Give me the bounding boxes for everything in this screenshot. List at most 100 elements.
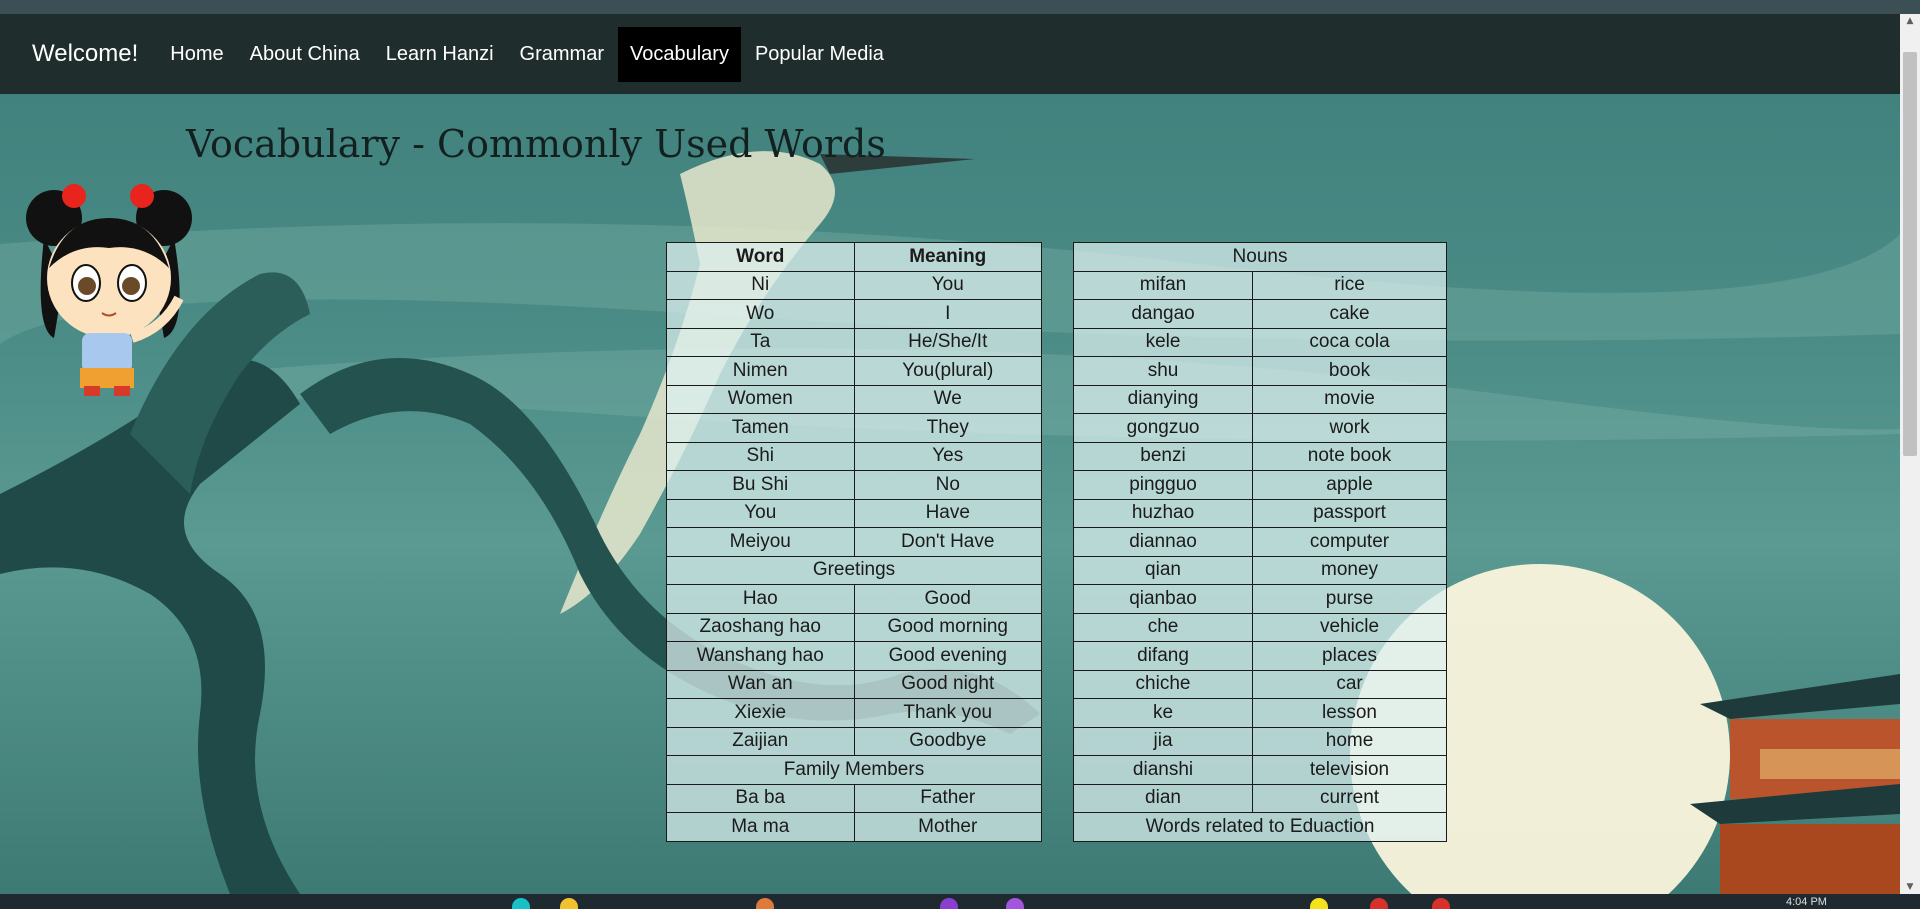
table-row: Xiexie Thank you	[666, 698, 1042, 728]
meaning-cell: work	[1252, 413, 1447, 443]
page-scrollbar[interactable]: ▲ ▼	[1900, 14, 1920, 894]
meaning-cell: book	[1252, 356, 1447, 386]
table-row: Hao Good	[666, 584, 1042, 614]
header-word: Word	[666, 242, 855, 272]
meaning-cell: vehicle	[1252, 612, 1447, 642]
section-row-greetings: Greetings	[666, 555, 1042, 585]
word-cell: Tamen	[666, 413, 855, 443]
word-cell: diannao	[1072, 527, 1254, 557]
taskbar-app-icon[interactable]	[940, 898, 958, 909]
word-cell: qian	[1072, 555, 1254, 585]
browser-top-strip	[0, 0, 1920, 14]
table-row: Meiyou Don't Have	[666, 527, 1042, 557]
meaning-cell: Have	[853, 498, 1042, 528]
meaning-cell: They	[853, 413, 1042, 443]
word-cell: kele	[1072, 327, 1254, 357]
meaning-cell: television	[1252, 755, 1447, 785]
table-row: You Have	[666, 498, 1042, 528]
meaning-cell: Mother	[853, 812, 1042, 842]
cartoon-girl-image	[26, 184, 192, 396]
section-label: Family Members	[666, 755, 1042, 785]
table-row: Wanshang hao Good evening	[666, 641, 1042, 671]
section-label: Greetings	[666, 555, 1042, 585]
word-cell: Women	[666, 384, 855, 414]
meaning-cell: purse	[1252, 584, 1447, 614]
table-row: pingguo apple	[1072, 470, 1447, 500]
nav-grammar[interactable]: Grammar	[508, 27, 616, 82]
taskbar-app-icon[interactable]	[1432, 898, 1450, 909]
taskbar-folder-icon[interactable]	[560, 898, 578, 909]
nav-popular-media[interactable]: Popular Media	[743, 27, 896, 82]
header-meaning: Meaning	[853, 242, 1042, 272]
table-header-row: Word Meaning	[666, 242, 1042, 272]
taskbar-app-icon[interactable]	[756, 898, 774, 909]
taskbar-app-icon[interactable]	[1006, 898, 1024, 909]
section-row-education: Words related to Eduaction	[1073, 812, 1447, 842]
meaning-cell: You	[853, 270, 1042, 300]
table-row: dianshi television	[1072, 755, 1447, 785]
meaning-cell: Good	[853, 584, 1042, 614]
taskbar-app-icon[interactable]	[1310, 898, 1328, 909]
word-cell: pingguo	[1072, 470, 1254, 500]
meaning-cell: Don't Have	[853, 527, 1042, 557]
meaning-cell: coca cola	[1252, 327, 1447, 357]
scrollbar-thumb[interactable]	[1903, 52, 1917, 456]
table-row: mifan rice	[1072, 270, 1447, 300]
word-cell: gongzuo	[1072, 413, 1254, 443]
meaning-cell: cake	[1252, 299, 1447, 329]
scroll-down-arrow-icon[interactable]: ▼	[1904, 882, 1916, 892]
table-row: Zaijian Goodbye	[666, 726, 1042, 756]
nav-learn-hanzi[interactable]: Learn Hanzi	[374, 27, 506, 82]
nav-home[interactable]: Home	[158, 27, 235, 82]
word-cell: jia	[1072, 726, 1254, 756]
table-row: che vehicle	[1072, 612, 1447, 642]
table-row: gongzuo work	[1072, 413, 1447, 443]
word-cell: Wanshang hao	[666, 641, 855, 671]
table-row: kele coca cola	[1072, 327, 1447, 357]
meaning-cell: car	[1252, 669, 1447, 699]
meaning-cell: lesson	[1252, 698, 1447, 728]
brand-link[interactable]: Welcome!	[32, 40, 138, 68]
word-cell: dianying	[1072, 384, 1254, 414]
table-row: Ni You	[666, 270, 1042, 300]
word-cell: Ni	[666, 270, 855, 300]
meaning-cell: Good morning	[853, 612, 1042, 642]
taskbar-app-icon[interactable]	[512, 898, 530, 909]
table-row: Ba ba Father	[666, 783, 1042, 813]
meaning-cell: computer	[1252, 527, 1447, 557]
table-row: Ta He/She/It	[666, 327, 1042, 357]
word-cell: chiche	[1072, 669, 1254, 699]
table-row: Ma ma Mother	[666, 812, 1042, 842]
word-cell: You	[666, 498, 855, 528]
meaning-cell: apple	[1252, 470, 1447, 500]
nav-about-china[interactable]: About China	[238, 27, 372, 82]
table-row: chiche car	[1072, 669, 1447, 699]
word-cell: che	[1072, 612, 1254, 642]
meaning-cell: Good night	[853, 669, 1042, 699]
scroll-up-arrow-icon[interactable]: ▲	[1904, 16, 1916, 26]
word-cell: huzhao	[1072, 498, 1254, 528]
meaning-cell: He/She/It	[853, 327, 1042, 357]
top-navbar: Welcome! Home About China Learn Hanzi Gr…	[0, 14, 1900, 94]
table-row: qianbao purse	[1072, 584, 1447, 614]
word-cell: mifan	[1072, 270, 1254, 300]
basic-vocabulary-table: Word Meaning Ni You Wo I Ta He/She/It Nimen…	[666, 242, 1042, 842]
word-cell: Ba ba	[666, 783, 855, 813]
meaning-cell: current	[1252, 783, 1447, 813]
meaning-cell: I	[853, 299, 1042, 329]
table-row: qian money	[1072, 555, 1447, 585]
table-row: benzi note book	[1072, 441, 1447, 471]
section-label: Words related to Eduaction	[1073, 812, 1447, 842]
word-cell: Xiexie	[666, 698, 855, 728]
word-cell: dangao	[1072, 299, 1254, 329]
word-cell: Hao	[666, 584, 855, 614]
meaning-cell: note book	[1252, 441, 1447, 471]
taskbar-chrome-icon[interactable]	[1370, 898, 1388, 909]
table-row: dian current	[1072, 783, 1447, 813]
word-cell: Ta	[666, 327, 855, 357]
word-cell: benzi	[1072, 441, 1254, 471]
word-cell: Shi	[666, 441, 855, 471]
nav-vocabulary[interactable]: Vocabulary	[618, 26, 741, 82]
taskbar-clock[interactable]: 4:04 PM	[1786, 896, 1827, 908]
word-cell: dian	[1072, 783, 1254, 813]
